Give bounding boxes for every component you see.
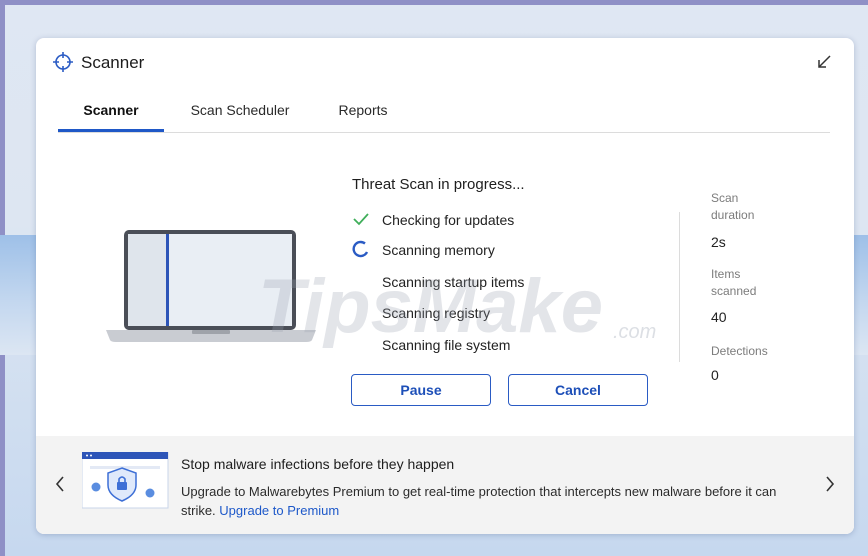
scan-step: Scanning startup items bbox=[352, 270, 652, 294]
scan-step-label: Checking for updates bbox=[382, 212, 515, 228]
spinner-icon bbox=[352, 240, 369, 258]
tab-bar: Scanner Scan Scheduler Reports bbox=[58, 94, 830, 133]
chevron-right-icon[interactable] bbox=[822, 474, 838, 494]
scan-progress-title: Threat Scan in progress... bbox=[352, 176, 525, 193]
window-title: Scanner bbox=[81, 53, 145, 72]
shield-lock-illustration bbox=[82, 452, 169, 509]
scan-step: Scanning registry bbox=[352, 301, 652, 325]
laptop-illustration bbox=[106, 230, 316, 342]
detections-label: Detections bbox=[711, 344, 768, 358]
promo-title: Stop malware infections before they happ… bbox=[181, 456, 455, 472]
scan-step-label: Scanning startup items bbox=[382, 274, 525, 290]
checkmark-icon bbox=[353, 213, 369, 226]
promo-banner: Stop malware infections before they happ… bbox=[36, 436, 854, 534]
scan-duration-label: Scan duration bbox=[711, 191, 755, 222]
scan-duration-value: 2s bbox=[711, 234, 726, 250]
pause-button[interactable]: Pause bbox=[351, 374, 491, 406]
titlebar: Scanner bbox=[36, 38, 854, 88]
items-scanned-value: 40 bbox=[711, 309, 727, 325]
minimize-arrow-icon[interactable] bbox=[814, 52, 834, 72]
cancel-button[interactable]: Cancel bbox=[508, 374, 648, 406]
scan-step-label: Scanning file system bbox=[382, 337, 511, 353]
scan-step: Scanning memory bbox=[352, 238, 652, 262]
items-scanned-label: Items scanned bbox=[711, 267, 757, 298]
scan-step-label: Scanning registry bbox=[382, 305, 491, 321]
crosshair-icon bbox=[53, 52, 73, 72]
upgrade-to-premium-link[interactable]: Upgrade to Premium bbox=[219, 503, 339, 518]
scan-step: Scanning file system bbox=[352, 333, 652, 357]
stats-divider bbox=[679, 212, 680, 362]
tab-scan-scheduler[interactable]: Scan Scheduler bbox=[184, 94, 296, 131]
scanner-window: Scanner Scanner Scan Scheduler Reports T… bbox=[36, 38, 854, 534]
detections-value: 0 bbox=[711, 367, 719, 383]
tab-scanner[interactable]: Scanner bbox=[58, 94, 164, 132]
scan-step-label: Scanning memory bbox=[382, 242, 495, 258]
chevron-left-icon[interactable] bbox=[52, 474, 68, 494]
promo-body: Upgrade to Malwarebytes Premium to get r… bbox=[181, 482, 791, 520]
scan-step: Checking for updates bbox=[352, 208, 652, 232]
screen-border-top bbox=[0, 0, 868, 5]
tab-reports[interactable]: Reports bbox=[328, 94, 398, 131]
